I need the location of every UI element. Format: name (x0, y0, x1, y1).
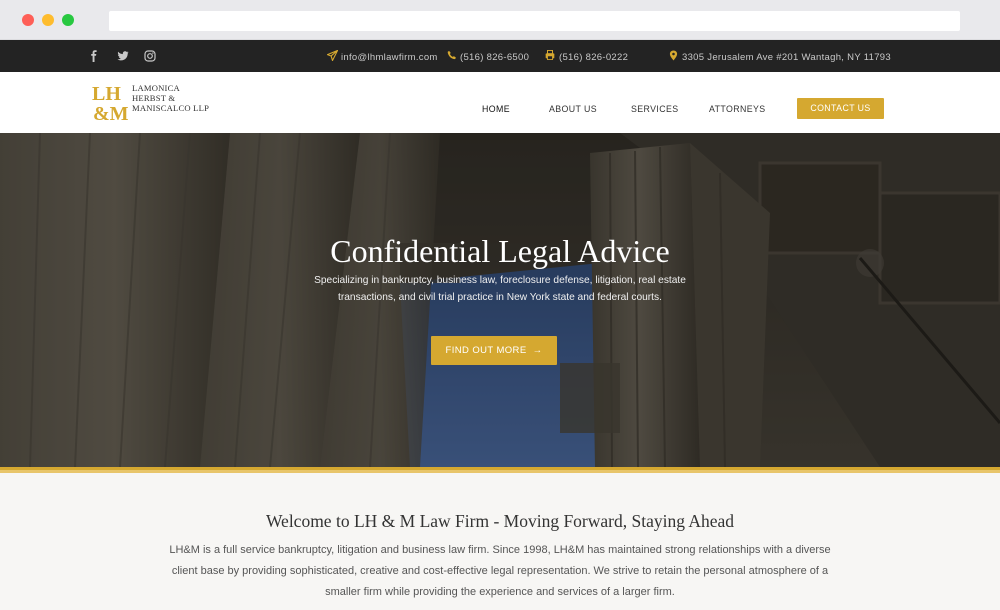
map-pin-icon (669, 50, 681, 62)
paper-plane-icon (326, 49, 339, 62)
twitter-icon[interactable] (117, 50, 129, 62)
fax-number: (516) 826-0222 (559, 52, 629, 63)
firm-logo-name[interactable]: LAMONICA HERBST & MANISCALCO LLP (132, 83, 209, 113)
close-window-dot[interactable] (22, 14, 34, 26)
arrow-right-icon: → (532, 345, 543, 356)
address-bar[interactable] (109, 11, 960, 31)
phone-link[interactable]: (516) 826-6500 (460, 52, 529, 63)
welcome-title: Welcome to LH & M Law Firm - Moving Forw… (265, 511, 735, 531)
logo-mark-bottom: &M (93, 103, 128, 122)
find-out-more-button[interactable]: FIND OUT MORE → (431, 336, 557, 365)
hero-title: Confidential Legal Advice (330, 233, 670, 269)
facebook-icon[interactable] (88, 50, 100, 62)
nav-item-home[interactable]: HOME (482, 104, 510, 114)
minimize-window-dot[interactable] (42, 14, 54, 26)
instagram-icon[interactable] (144, 50, 156, 62)
nav-item-attorneys[interactable]: ATTORNEYS (709, 104, 766, 114)
fax-icon (545, 49, 557, 62)
nav-item-about-us[interactable]: ABOUT US (549, 104, 597, 114)
logo-line-3: MANISCALCO LLP (132, 103, 210, 113)
welcome-body: LH&M is a full service bankruptcy, litig… (169, 544, 831, 598)
hero-subtitle: Specializing in bankruptcy, business law… (314, 275, 686, 303)
maximize-window-dot[interactable] (62, 14, 74, 26)
logo-line-1: LAMONICA (132, 83, 180, 93)
contact-us-button[interactable]: CONTACT US (797, 98, 884, 119)
address-text: 3305 Jerusalem Ave #201 Wantagh, NY 1179… (682, 52, 891, 63)
email-link[interactable]: info@lhmlawfirm.com (341, 52, 438, 63)
phone-icon (447, 50, 459, 62)
logo-mark-top: LH (92, 83, 121, 105)
nav-item-services[interactable]: SERVICES (631, 104, 679, 114)
browser-chrome (0, 0, 1000, 40)
find-out-more-label: FIND OUT MORE (445, 345, 527, 356)
top-info-bar: info@lhmlawfirm.com (516) 826-6500 (516)… (0, 40, 1000, 72)
logo-line-2: HERBST & (132, 93, 176, 103)
firm-logo-mark-icon[interactable]: LH &M (92, 82, 128, 122)
